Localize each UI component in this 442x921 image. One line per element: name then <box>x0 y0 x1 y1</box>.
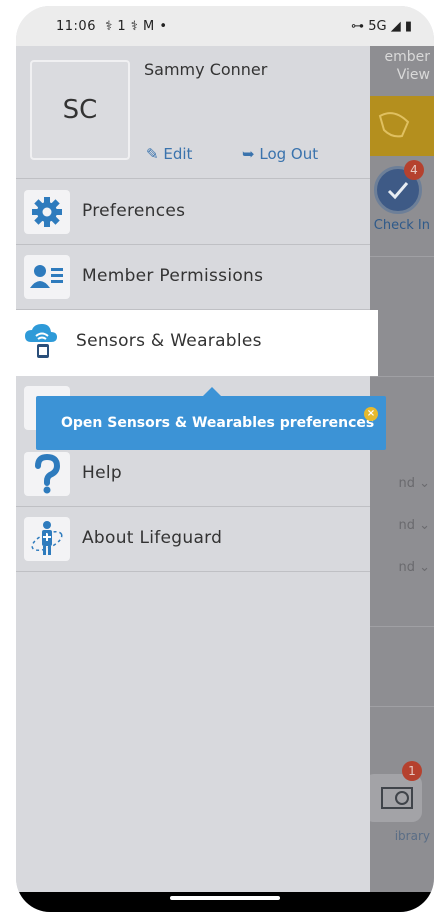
divider <box>16 178 370 179</box>
user-name: Sammy Conner <box>144 60 268 79</box>
library-badge: 1 <box>402 761 422 781</box>
divider <box>16 571 370 572</box>
bg-row-label: nd ⌄ <box>398 518 430 533</box>
gear-icon <box>24 190 70 234</box>
tooltip-text: Open Sensors & Wearables preferences <box>61 415 375 431</box>
member-card-icon <box>24 255 70 299</box>
bg-divider <box>370 626 434 627</box>
menu-item-about-lifeguard[interactable]: About Lifeguard <box>16 507 370 571</box>
tooltip[interactable]: Open Sensors & Wearables preferences × <box>36 387 386 450</box>
navigation-drawer: SC Sammy Conner ✎ Edit ➥ Log Out Prefere… <box>16 46 378 892</box>
status-bar: 11:06 ⚕ 1 ⚕ M • ⊶ 5G ◢ ▮ <box>16 6 434 46</box>
check-in-label: Check In <box>373 218 430 233</box>
menu-item-member-permissions[interactable]: Member Permissions <box>16 245 370 309</box>
bg-divider <box>370 706 434 707</box>
library-icon <box>364 774 422 822</box>
log-out-icon: ➥ <box>242 145 255 163</box>
status-time: 11:06 ⚕ 1 ⚕ M • <box>56 19 168 34</box>
background-app: ember View 4 Check In nd ⌄ nd ⌄ nd ⌄ 1 i… <box>364 46 434 892</box>
phone-screen: 11:06 ⚕ 1 ⚕ M • ⊶ 5G ◢ ▮ ember View 4 Ch… <box>16 6 434 912</box>
system-nav-bar <box>16 892 434 912</box>
hand-banner <box>370 96 434 156</box>
avatar: SC <box>30 60 130 160</box>
bg-row-label: nd ⌄ <box>398 476 430 491</box>
hand-icon <box>378 112 410 138</box>
edit-icon: ✎ <box>146 145 159 163</box>
cloud-wearable-icon <box>20 320 66 364</box>
question-icon <box>24 452 70 496</box>
tooltip-arrow <box>203 387 221 396</box>
bg-divider <box>370 256 434 257</box>
menu-item-help[interactable]: Help <box>16 442 370 506</box>
bg-row-label: nd ⌄ <box>398 560 430 575</box>
close-icon[interactable]: × <box>364 407 378 421</box>
lifeguard-person-icon <box>24 517 70 561</box>
member-view-label: ember View <box>384 49 430 83</box>
log-out-button[interactable]: ➥ Log Out <box>242 145 318 163</box>
library-label: ibrary <box>394 829 430 843</box>
menu-item-sensors-wearables[interactable]: Sensors & Wearables <box>16 310 378 376</box>
bg-divider <box>370 376 434 377</box>
status-icons: ⊶ 5G ◢ ▮ <box>351 19 412 34</box>
edit-profile-button[interactable]: ✎ Edit <box>146 145 192 163</box>
menu-item-preferences[interactable]: Preferences <box>16 180 370 244</box>
home-gesture-handle[interactable] <box>170 896 280 900</box>
check-in-badge: 4 <box>404 160 424 180</box>
